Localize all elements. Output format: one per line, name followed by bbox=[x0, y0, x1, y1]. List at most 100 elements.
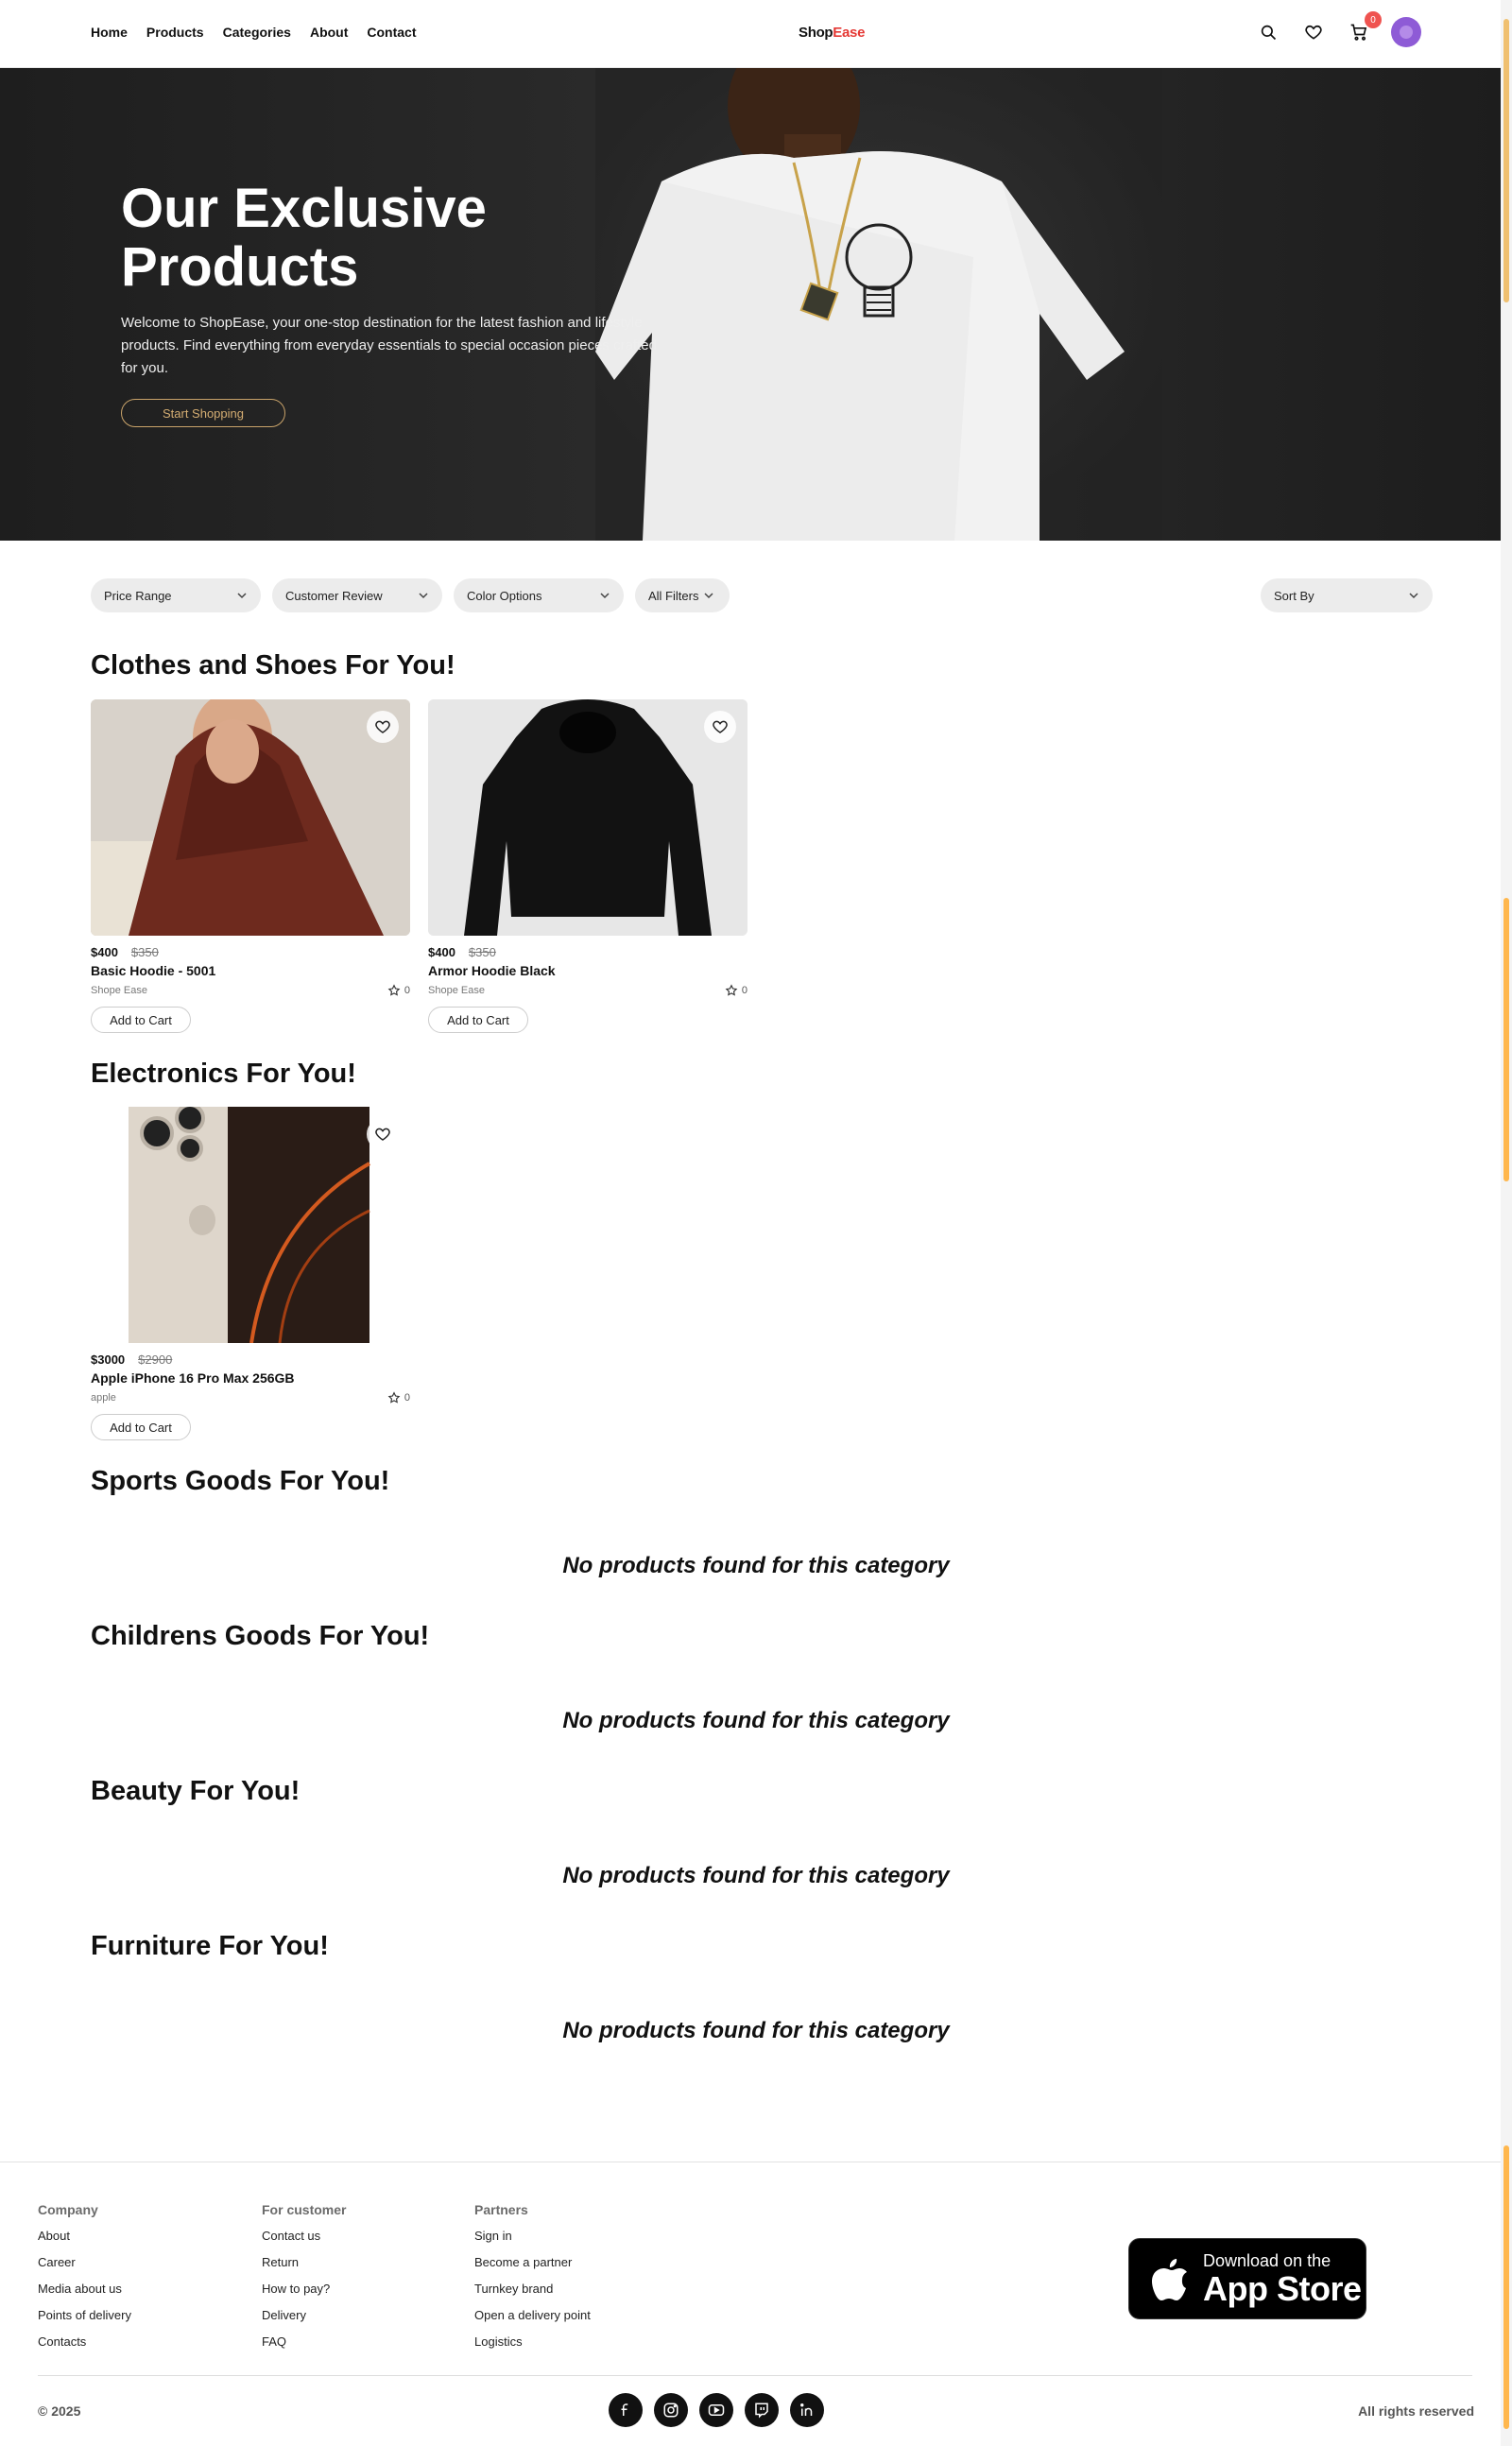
rating-count: 0 bbox=[404, 1392, 410, 1404]
search-button[interactable] bbox=[1255, 19, 1281, 45]
twitch-button[interactable] bbox=[745, 2393, 779, 2427]
product-image[interactable] bbox=[91, 699, 410, 936]
chevron-down-icon bbox=[419, 593, 428, 599]
empty-state-message: No products found for this category bbox=[562, 1863, 950, 1888]
heart-icon bbox=[375, 720, 390, 733]
nav-icons: 0 bbox=[1255, 11, 1421, 47]
twitch-icon bbox=[755, 2403, 768, 2419]
scrollbar-marker bbox=[1503, 2145, 1509, 2429]
product-card[interactable]: $3000 $2900 Apple iPhone 16 Pro Max 256G… bbox=[91, 1107, 410, 1440]
main-nav: Home Products Categories About Contact bbox=[91, 25, 417, 40]
footer-link-contact-us[interactable]: Contact us bbox=[262, 2229, 346, 2255]
product-name[interactable]: Armor Hoodie Black bbox=[428, 963, 747, 978]
hoodie-photo bbox=[91, 699, 410, 936]
linkedin-button[interactable] bbox=[790, 2393, 824, 2427]
copyright: © 2025 bbox=[38, 2403, 81, 2419]
footer-link-about[interactable]: About bbox=[38, 2229, 131, 2255]
color-options-filter[interactable]: Color Options bbox=[454, 578, 624, 612]
product-meta: Shope Ease 0 bbox=[428, 984, 747, 997]
start-shopping-button[interactable]: Start Shopping bbox=[121, 399, 285, 427]
youtube-button[interactable] bbox=[699, 2393, 733, 2427]
all-filters-button[interactable]: All Filters bbox=[635, 578, 730, 612]
app-store-line-2: App Store bbox=[1203, 2268, 1362, 2308]
footer-link-delivery-point[interactable]: Open a delivery point bbox=[474, 2308, 591, 2334]
brand-logo[interactable]: ShopEase bbox=[799, 25, 865, 41]
footer-link-how-to-pay[interactable]: How to pay? bbox=[262, 2282, 346, 2308]
wishlist-toggle[interactable] bbox=[704, 711, 736, 743]
product-card[interactable]: $400 $350 Basic Hoodie - 5001 Shope Ease… bbox=[91, 699, 410, 1033]
wishlist-toggle[interactable] bbox=[367, 711, 399, 743]
empty-state-message: No products found for this category bbox=[562, 1553, 950, 1578]
product-old-price: $350 bbox=[130, 945, 159, 959]
product-meta: Shope Ease 0 bbox=[91, 984, 410, 997]
brand-part-1: Shop bbox=[799, 25, 833, 41]
filter-bar: Price Range Customer Review Color Option… bbox=[91, 578, 1433, 612]
customer-review-label: Customer Review bbox=[285, 588, 383, 603]
cart-button[interactable]: 0 bbox=[1346, 11, 1382, 45]
nav-link-categories[interactable]: Categories bbox=[223, 25, 291, 40]
facebook-button[interactable] bbox=[609, 2393, 643, 2427]
footer: Company About Career Media about us Poin… bbox=[0, 2162, 1501, 2446]
instagram-button[interactable] bbox=[654, 2393, 688, 2427]
price-range-filter[interactable]: Price Range bbox=[91, 578, 261, 612]
footer-link-career[interactable]: Career bbox=[38, 2255, 131, 2282]
app-store-text: Download on the App Store bbox=[1203, 2251, 1362, 2307]
customer-review-filter[interactable]: Customer Review bbox=[272, 578, 442, 612]
hero-description: Welcome to ShopEase, your one-stop desti… bbox=[121, 315, 657, 376]
instagram-icon bbox=[663, 2403, 679, 2418]
hero-title: Our Exclusive Products bbox=[121, 178, 487, 298]
cart-icon bbox=[1350, 24, 1367, 41]
product-price: $3000 bbox=[91, 1352, 126, 1367]
price-row: $400 $350 bbox=[428, 945, 747, 959]
add-to-cart-button[interactable]: Add to Cart bbox=[428, 1007, 528, 1033]
avatar[interactable] bbox=[1391, 17, 1421, 47]
chevron-down-icon bbox=[1409, 593, 1418, 599]
page-scrollbar[interactable] bbox=[1501, 0, 1512, 2446]
product-card[interactable]: $400 $350 Armor Hoodie Black Shope Ease … bbox=[428, 699, 747, 1033]
sort-by-dropdown[interactable]: Sort By bbox=[1261, 578, 1433, 612]
nav-link-about[interactable]: About bbox=[310, 25, 348, 40]
chevron-down-icon bbox=[237, 593, 247, 599]
product-price: $400 bbox=[428, 945, 455, 959]
app-store-badge[interactable]: Download on the App Store bbox=[1128, 2238, 1366, 2319]
nav-link-products[interactable]: Products bbox=[146, 25, 204, 40]
footer-link-faq[interactable]: FAQ bbox=[262, 2334, 346, 2361]
footer-link-sign-in[interactable]: Sign in bbox=[474, 2229, 591, 2255]
footer-link-return[interactable]: Return bbox=[262, 2255, 346, 2282]
add-to-cart-button[interactable]: Add to Cart bbox=[91, 1007, 191, 1033]
wishlist-toggle[interactable] bbox=[367, 1118, 399, 1150]
section-title-clothes: Clothes and Shoes For You! bbox=[91, 650, 455, 680]
scrollbar-thumb[interactable] bbox=[1503, 19, 1509, 302]
price-row: $400 $350 bbox=[91, 945, 410, 959]
nav-link-contact[interactable]: Contact bbox=[367, 25, 416, 40]
footer-link-logistics[interactable]: Logistics bbox=[474, 2334, 591, 2361]
brand-part-2: Ease bbox=[833, 25, 866, 41]
footer-column-title: For customer bbox=[262, 2202, 347, 2217]
section-title-childrens: Childrens Goods For You! bbox=[91, 1621, 430, 1651]
add-to-cart-button[interactable]: Add to Cart bbox=[91, 1414, 191, 1440]
footer-link-become-partner[interactable]: Become a partner bbox=[474, 2255, 591, 2282]
empty-state-message: No products found for this category bbox=[562, 2018, 950, 2043]
social-links bbox=[609, 2393, 824, 2427]
product-brand: Shope Ease bbox=[428, 985, 485, 996]
product-name[interactable]: Apple iPhone 16 Pro Max 256GB bbox=[91, 1370, 410, 1386]
footer-column-partners: Partners Sign in Become a partner Turnke… bbox=[474, 2202, 591, 2361]
footer-link-turnkey[interactable]: Turnkey brand bbox=[474, 2282, 591, 2308]
price-range-label: Price Range bbox=[104, 588, 172, 603]
facebook-icon bbox=[621, 2403, 628, 2416]
product-image[interactable] bbox=[428, 699, 747, 936]
footer-link-delivery[interactable]: Delivery bbox=[262, 2308, 346, 2334]
nav-link-home[interactable]: Home bbox=[91, 25, 128, 40]
product-name[interactable]: Basic Hoodie - 5001 bbox=[91, 963, 410, 978]
product-image[interactable] bbox=[91, 1107, 410, 1343]
footer-link-contacts[interactable]: Contacts bbox=[38, 2334, 131, 2361]
product-rating: 0 bbox=[387, 984, 410, 997]
wishlist-button[interactable] bbox=[1300, 19, 1327, 45]
color-options-label: Color Options bbox=[467, 588, 542, 603]
footer-divider bbox=[38, 2375, 1472, 2376]
product-brand: apple bbox=[91, 1392, 116, 1404]
footer-link-media[interactable]: Media about us bbox=[38, 2282, 131, 2308]
footer-column-company: Company About Career Media about us Poin… bbox=[38, 2202, 131, 2361]
footer-link-points[interactable]: Points of delivery bbox=[38, 2308, 131, 2334]
product-rating: 0 bbox=[387, 1391, 410, 1404]
